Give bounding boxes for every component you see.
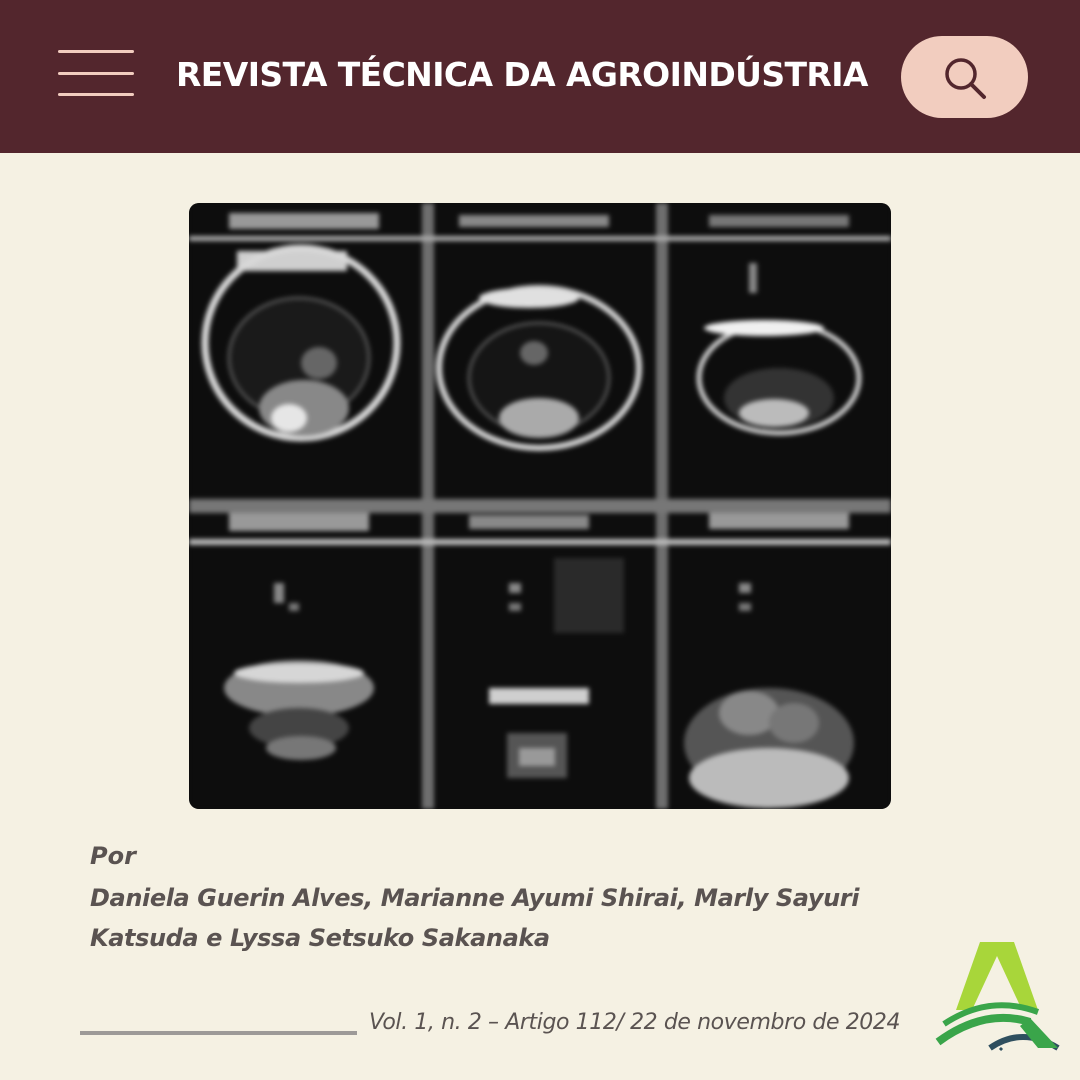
by-label: Por	[90, 842, 136, 870]
top-header: REVISTA TÉCNICA DA AGROINDÚSTRIA	[0, 0, 1080, 153]
search-icon	[945, 58, 986, 99]
footer-divider	[80, 1031, 357, 1035]
hamburger-menu-icon[interactable]	[58, 50, 136, 98]
article-authors: Daniela Guerin Alves, Marianne Ayumi Shi…	[90, 884, 860, 952]
article-citation: Vol. 1, n. 2 – Artigo 112/ 22 de novembr…	[369, 1010, 901, 1035]
site-title[interactable]: REVISTA TÉCNICA DA AGROINDÚSTRIA	[176, 55, 868, 94]
article-image	[189, 203, 891, 809]
search-button[interactable]	[901, 36, 1028, 118]
agroindustria-logo-icon	[935, 942, 1060, 1052]
